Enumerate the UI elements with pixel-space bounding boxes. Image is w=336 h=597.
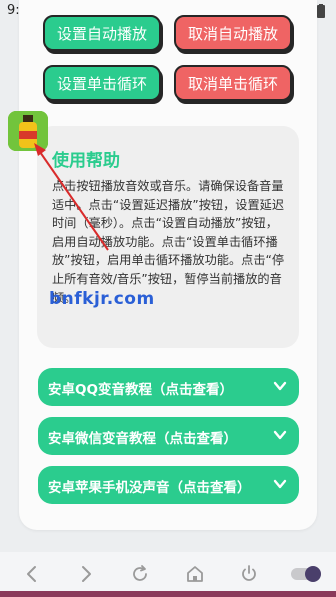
forward-icon[interactable] bbox=[76, 564, 96, 584]
bottom-strip bbox=[0, 591, 336, 597]
power-icon[interactable] bbox=[239, 564, 259, 584]
toggle-switch[interactable] bbox=[291, 565, 323, 583]
home-icon[interactable] bbox=[185, 564, 205, 584]
refresh-icon[interactable] bbox=[130, 564, 150, 584]
watermark: bnfkjr.com bbox=[49, 289, 155, 309]
back-icon[interactable] bbox=[22, 564, 42, 584]
